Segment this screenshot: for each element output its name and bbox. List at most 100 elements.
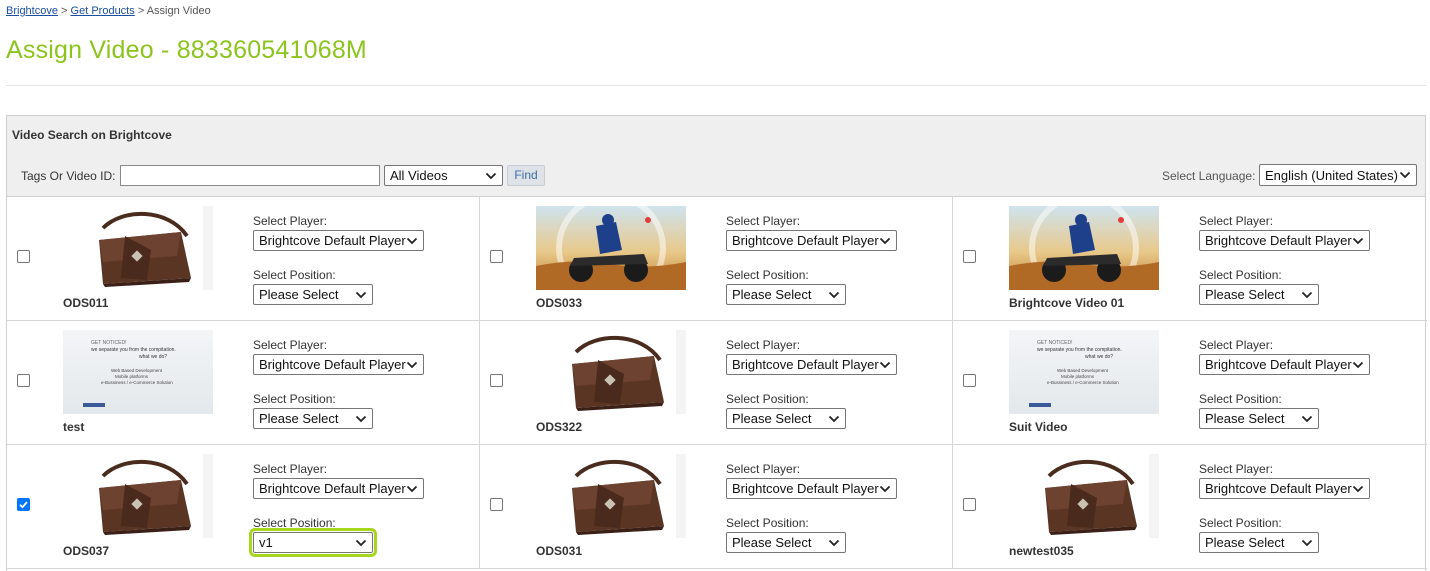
video-cell: Brightcove Video 01 Select Player: Brightc…	[953, 197, 1427, 321]
video-select-checkbox[interactable]	[963, 498, 976, 511]
slide-text-4: Web Based Development	[111, 368, 162, 373]
position-select[interactable]: Please Select	[1199, 284, 1319, 305]
position-select-value: Please Select	[732, 287, 812, 302]
video-name: ODS322	[536, 420, 583, 434]
handbag-thumbnail	[536, 330, 686, 414]
video-select-checkbox[interactable]	[963, 374, 976, 387]
search-row: Tags Or Video ID: All Videos Find Select…	[7, 164, 1425, 188]
video-thumbnail[interactable]: GET NOTICED! we separate you from the co…	[1009, 330, 1159, 414]
position-select[interactable]: Please Select	[726, 532, 846, 553]
chevron-down-icon	[485, 172, 497, 179]
video-select-checkbox[interactable]	[17, 250, 30, 263]
handbag-thumbnail	[63, 454, 213, 538]
video-thumbnail[interactable]	[1009, 454, 1159, 538]
video-thumbnail[interactable]: GET NOTICED! we separate you from the co…	[63, 330, 213, 414]
slide-text-6: e-Bussiness / e-Commerce Solution	[1047, 380, 1119, 385]
position-select[interactable]: v1	[249, 528, 377, 557]
promo-slide-thumbnail: GET NOTICED! we separate you from the co…	[1009, 330, 1159, 414]
player-select-value: Brightcove Default Player	[732, 357, 879, 372]
video-scope-value: All Videos	[390, 168, 448, 183]
slide-text-5: Mobile platforms	[115, 374, 149, 379]
select-player-label: Select Player:	[253, 338, 328, 352]
player-select-value: Brightcove Default Player	[732, 481, 879, 496]
select-player-label: Select Player:	[1199, 338, 1274, 352]
chevron-down-icon	[879, 361, 891, 368]
video-select-checkbox[interactable]	[490, 250, 503, 263]
video-scope-select[interactable]: All Videos	[384, 165, 503, 186]
player-select[interactable]: Brightcove Default Player	[1199, 230, 1370, 251]
player-select-value: Brightcove Default Player	[732, 233, 879, 248]
search-panel-header: Video Search on Brightcove Tags Or Video…	[7, 116, 1425, 197]
video-name: ODS011	[63, 296, 109, 310]
video-cell: ODS011 Select Player: Brightcove Default P…	[7, 197, 480, 321]
video-thumbnail[interactable]	[536, 454, 686, 538]
chevron-down-icon	[1399, 171, 1411, 179]
position-select[interactable]: Please Select	[1199, 408, 1319, 429]
chevron-down-icon	[828, 415, 840, 422]
player-select[interactable]: Brightcove Default Player	[253, 478, 424, 499]
select-position-label: Select Position:	[253, 268, 336, 282]
slide-bar	[1029, 403, 1051, 407]
position-select[interactable]: Please Select	[253, 408, 373, 429]
player-select[interactable]: Brightcove Default Player	[726, 230, 897, 251]
video-select-checkbox[interactable]	[963, 250, 976, 263]
slide-bar	[83, 403, 105, 407]
tags-label: Tags Or Video ID:	[21, 169, 116, 183]
player-select-value: Brightcove Default Player	[259, 481, 406, 496]
position-select[interactable]: Please Select	[253, 284, 373, 305]
position-select-value: Please Select	[732, 411, 812, 426]
position-select-value: Please Select	[732, 535, 812, 550]
position-select[interactable]: Please Select	[726, 408, 846, 429]
breadcrumb-separator: >	[137, 5, 145, 17]
select-player-label: Select Player:	[253, 214, 328, 228]
player-select[interactable]: Brightcove Default Player	[253, 354, 424, 375]
video-thumbnail[interactable]	[1009, 206, 1159, 290]
player-select-value: Brightcove Default Player	[259, 233, 406, 248]
video-select-checkbox[interactable]	[17, 498, 30, 511]
chevron-down-icon	[1301, 539, 1313, 546]
player-select[interactable]: Brightcove Default Player	[726, 354, 897, 375]
video-name: newtest035	[1009, 544, 1074, 558]
handbag-thumbnail	[1009, 454, 1159, 538]
position-select-value: Please Select	[1205, 411, 1285, 426]
slide-text-1: GET NOTICED!	[91, 340, 127, 346]
video-thumbnail[interactable]	[63, 206, 213, 290]
search-panel-title: Video Search on Brightcove	[12, 128, 172, 142]
select-position-label: Select Position:	[1199, 392, 1282, 406]
video-select-checkbox[interactable]	[490, 498, 503, 511]
player-select[interactable]: Brightcove Default Player	[726, 478, 897, 499]
video-thumbnail[interactable]	[536, 206, 686, 290]
language-label: Select Language:	[1162, 169, 1256, 183]
chevron-down-icon	[355, 539, 367, 546]
video-name: Suit Video	[1009, 420, 1068, 434]
atv-thumbnail	[536, 206, 686, 290]
position-select[interactable]: Please Select	[1199, 532, 1319, 553]
player-select[interactable]: Brightcove Default Player	[1199, 478, 1370, 499]
breadcrumb-link-get-products[interactable]: Get Products	[71, 5, 135, 17]
chevron-down-icon	[1301, 291, 1313, 298]
select-position-label: Select Position:	[726, 268, 809, 282]
video-select-checkbox[interactable]	[490, 374, 503, 387]
select-player-label: Select Player:	[726, 214, 801, 228]
find-button[interactable]: Find	[507, 165, 545, 186]
title-divider	[6, 85, 1426, 86]
video-cell: ODS031 Select Player: Brightcove Default P…	[480, 445, 953, 569]
video-cell: ODS322 Select Player: Brightcove Default P…	[480, 321, 953, 445]
language-select[interactable]: English (United States)	[1259, 164, 1417, 186]
tags-input[interactable]	[120, 165, 380, 186]
atv-thumbnail	[1009, 206, 1159, 290]
breadcrumb-link-brightcove[interactable]: Brightcove	[6, 5, 58, 17]
chevron-down-icon	[406, 485, 418, 492]
video-name: ODS037	[63, 544, 110, 558]
video-thumbnail[interactable]	[63, 454, 213, 538]
video-select-checkbox[interactable]	[17, 374, 30, 387]
player-select[interactable]: Brightcove Default Player	[253, 230, 424, 251]
checkmark-icon	[19, 501, 28, 509]
player-select[interactable]: Brightcove Default Player	[1199, 354, 1370, 375]
player-select-value: Brightcove Default Player	[1205, 357, 1352, 372]
position-select[interactable]: Please Select	[726, 284, 846, 305]
video-thumbnail[interactable]	[536, 330, 686, 414]
breadcrumb-separator: >	[61, 5, 68, 17]
video-name: Brightcove Video 01	[1009, 296, 1125, 310]
slide-text-1: GET NOTICED!	[1037, 340, 1073, 346]
